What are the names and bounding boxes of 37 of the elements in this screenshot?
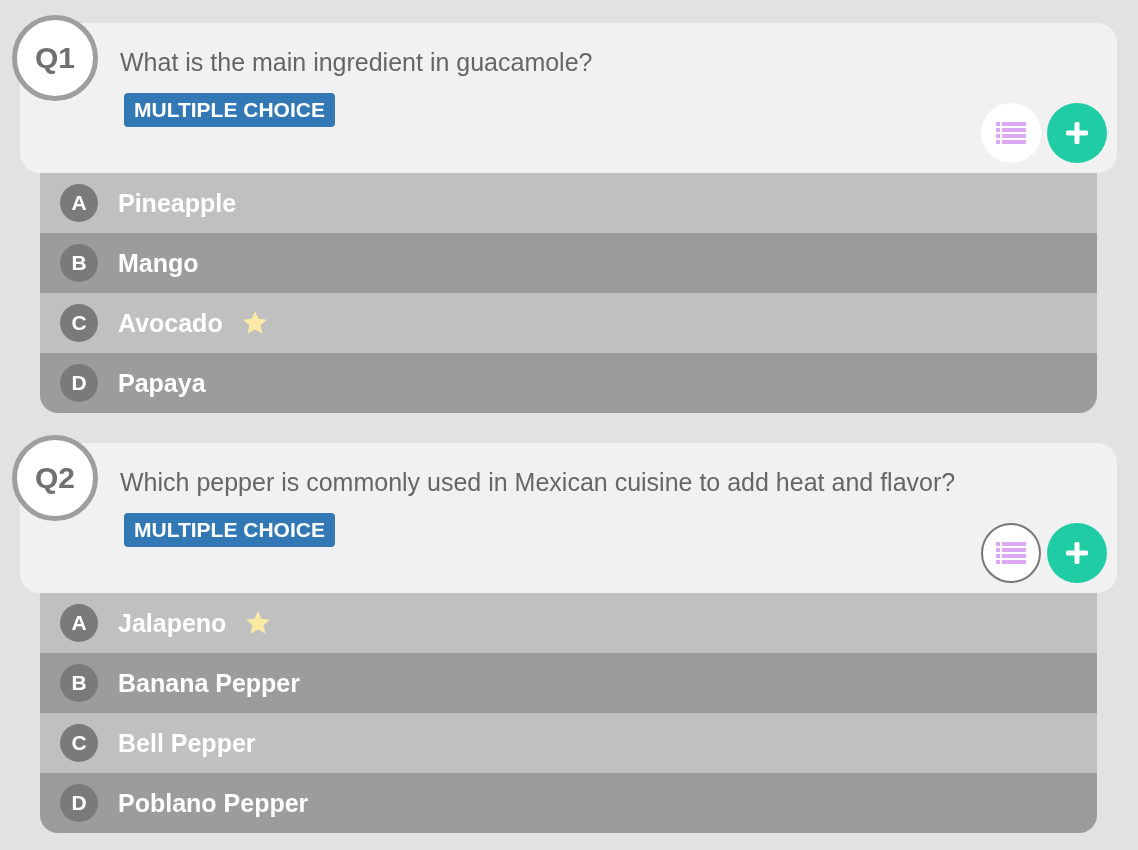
question-text: Which pepper is commonly used in Mexican cuisine to add heat and flavor? [120, 467, 957, 497]
answer-row[interactable]: B Banana Pepper [40, 653, 1097, 713]
list-button[interactable] [981, 523, 1041, 583]
answer-row[interactable]: C Avocado [40, 293, 1097, 353]
answer-row[interactable]: A Pineapple [40, 173, 1097, 233]
answer-text: Bell Pepper [118, 728, 256, 758]
question-text: What is the main ingredient in guacamole? [120, 47, 594, 77]
question-type-tag: MULTIPLE CHOICE [124, 513, 335, 547]
answer-letter: D [60, 784, 98, 822]
question-number: Q1 [12, 15, 98, 101]
answer-row[interactable]: D Poblano Pepper [40, 773, 1097, 833]
plus-icon [1066, 122, 1088, 144]
answer-letter: C [60, 724, 98, 762]
question-type-tag: MULTIPLE CHOICE [124, 93, 335, 127]
plus-icon [1066, 542, 1088, 564]
answer-text: Papaya [118, 368, 206, 398]
add-button[interactable] [1047, 103, 1107, 163]
answer-text: Avocado [118, 308, 223, 338]
answer-row[interactable]: D Papaya [40, 353, 1097, 413]
answer-text: Pineapple [118, 188, 237, 218]
question-number: Q2 [12, 435, 98, 521]
list-icon [996, 541, 1026, 565]
answer-letter: B [60, 664, 98, 702]
add-button[interactable] [1047, 523, 1107, 583]
answer-row[interactable]: A Jalapeno [40, 593, 1097, 653]
answer-letter: C [60, 304, 98, 342]
answer-letter: D [60, 364, 98, 402]
answer-letter: A [60, 184, 98, 222]
answer-row[interactable]: C Bell Pepper [40, 713, 1097, 773]
answer-row[interactable]: B Mango [40, 233, 1097, 293]
answer-text: Jalapeno [118, 608, 227, 638]
answer-text: Poblano Pepper [118, 788, 309, 818]
list-icon [996, 121, 1026, 145]
answer-text: Banana Pepper [118, 668, 300, 698]
answer-text: Mango [118, 248, 199, 278]
answer-letter: A [60, 604, 98, 642]
answer-letter: B [60, 244, 98, 282]
